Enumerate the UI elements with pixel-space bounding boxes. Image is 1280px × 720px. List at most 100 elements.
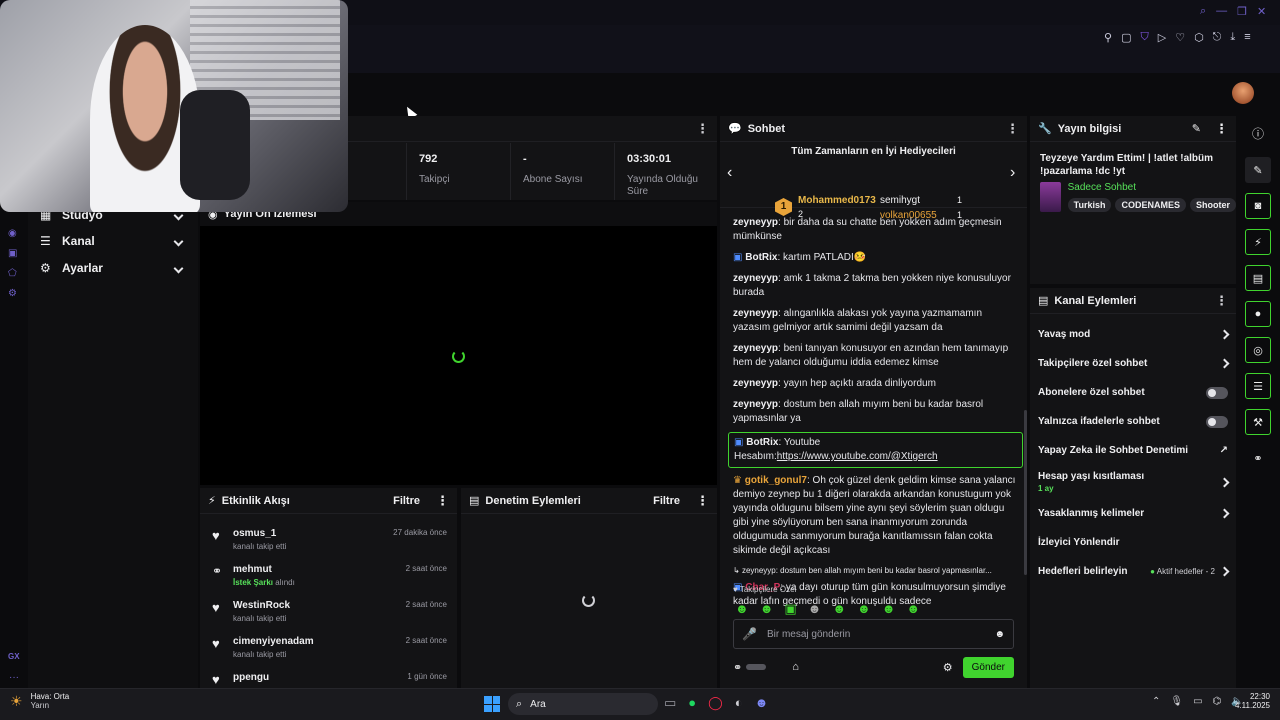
tag[interactable]: Shooter	[1189, 198, 1236, 212]
filter-button[interactable]: Filtre	[393, 495, 420, 507]
wrench-icon[interactable]: ⚒	[1245, 409, 1271, 435]
nav-item-channel[interactable]: ☰ Kanal	[40, 233, 190, 249]
emote-icon[interactable]: ☻	[808, 601, 822, 617]
category-name[interactable]: Sadece Sohbet	[1068, 182, 1236, 193]
more-options-icon[interactable]: ⋮	[1215, 121, 1228, 137]
emote-icon[interactable]: ☻	[832, 601, 846, 617]
file-explorer-icon[interactable]: ▭	[664, 695, 676, 711]
chat-message[interactable]: zeyneyyp: beni tanıyan konusuyor en azın…	[733, 339, 1018, 374]
community-icon[interactable]: ⚭	[1245, 445, 1271, 471]
microphone-icon[interactable]: 🎤	[742, 627, 757, 641]
slow-mode-row[interactable]: Yavaş mod	[1030, 320, 1236, 349]
gifter-2-name[interactable]: semihygt	[880, 195, 920, 206]
extensions-icon[interactable]: ⬡	[1194, 31, 1204, 44]
chat-message[interactable]: ▣ BotRix: kartım PATLADI🤒	[733, 248, 1018, 269]
community-icon[interactable]: ⬠	[8, 268, 17, 279]
weather-widget[interactable]: ☀ Hava: Orta Yarın	[10, 692, 69, 710]
emote-icon[interactable]: ☻	[760, 601, 774, 617]
video-icon[interactable]: ▣	[8, 248, 17, 259]
chat-user[interactable]: zeyneyyp	[733, 378, 778, 389]
windows-start-icon[interactable]	[484, 696, 500, 712]
emote-only-row[interactable]: Yalnızca ifadelerle sohbet	[1030, 407, 1236, 436]
account-age-row[interactable]: Hesap yaşı kısıtlaması 1 ay	[1030, 465, 1236, 499]
minimize-icon[interactable]: —	[1216, 5, 1227, 19]
chat-message[interactable]: zeyneyyp: bir daha da su chatte ben yokk…	[733, 213, 1018, 248]
raid-row[interactable]: İzleyici Yönlendir	[1030, 528, 1236, 557]
chat-link[interactable]: https://www.youtube.com/@Xtigerch	[777, 451, 938, 462]
emoji-icon[interactable]: ☻	[994, 629, 1005, 640]
discord-icon[interactable]: ☻	[755, 695, 769, 711]
send-button[interactable]: Gönder	[962, 656, 1014, 678]
more-options-icon[interactable]: ⋮	[696, 493, 709, 509]
left-rail-more[interactable]: ···	[9, 672, 19, 683]
banned-words-row[interactable]: Yasaklanmış kelimeler	[1030, 499, 1236, 528]
chat-user[interactable]: zeyneyyp	[733, 343, 778, 354]
emote-icon[interactable]: ▣	[784, 601, 796, 617]
chevron-right-icon[interactable]: ›	[1010, 164, 1015, 182]
followers-only-row[interactable]: Takipçilere özel sohbet	[1030, 349, 1236, 378]
list-item[interactable]: ♥ WestinRock kanalı takip etti 2 saat ön…	[212, 596, 447, 632]
chat-message[interactable]: zeyneyyp: alınganlıkla alakası yok yayın…	[733, 304, 1018, 339]
more-options-icon[interactable]: ⋮	[1006, 121, 1019, 137]
microphone-icon[interactable]: 🎙	[1170, 696, 1183, 707]
maximize-icon[interactable]: ❐	[1237, 5, 1247, 19]
play-icon[interactable]: ▷	[1158, 31, 1166, 44]
share-icon[interactable]: ⎋	[1213, 31, 1222, 44]
chat-message[interactable]: zeyneyyp: yayın hep açıktı arada dinliyo…	[733, 374, 1018, 395]
opera-gx-icon[interactable]: ◯	[708, 695, 723, 711]
chevron-up-icon[interactable]: ⌃	[1152, 696, 1160, 707]
more-options-icon[interactable]: ⋮	[1215, 293, 1228, 309]
menu-icon[interactable]: ≡	[1244, 31, 1250, 44]
store-icon[interactable]: ⌂	[792, 661, 799, 673]
subscribers-only-row[interactable]: Abonelere özel sohbet	[1030, 378, 1236, 407]
spotify-icon[interactable]: ●	[688, 695, 696, 711]
broadcast-icon[interactable]: ◎	[1245, 337, 1271, 363]
emote-icon[interactable]: ☻	[882, 601, 896, 617]
edit-icon[interactable]: ✎	[1245, 157, 1271, 183]
list-item[interactable]: ♥ ppengu 1 gün önce	[212, 668, 447, 688]
info-icon[interactable]: ⓘ	[1252, 125, 1264, 142]
display-icon[interactable]: ▭	[1193, 696, 1202, 707]
chat-icon[interactable]: ●	[1245, 301, 1271, 327]
chevron-left-icon[interactable]: ‹	[727, 164, 732, 182]
settings-icon[interactable]: ⚙	[8, 288, 17, 299]
chat-user[interactable]: BotRix	[745, 252, 777, 263]
emote-icon[interactable]: ☻	[857, 601, 871, 617]
nav-item-settings[interactable]: ⚙ Ayarlar	[40, 260, 190, 276]
chat-message[interactable]: zeyneyyp: dostum ben allah mıyım beni bu…	[733, 395, 1018, 430]
chat-input[interactable]: 🎤 Bir mesaj gönderin ☻	[733, 619, 1014, 649]
points-icon[interactable]: ⚭	[733, 661, 742, 674]
chat-user[interactable]: BotRix	[746, 437, 778, 448]
goals-row[interactable]: Hedefleri belirleyin ● Aktif hedefler - …	[1030, 557, 1236, 586]
chat-user[interactable]: zeyneyyp	[733, 273, 778, 284]
more-options-icon[interactable]: ⋮	[696, 121, 709, 137]
gifter-1-name[interactable]: Mohammed0173	[798, 195, 876, 206]
lightning-icon[interactable]: ⚡	[1245, 229, 1271, 255]
tag[interactable]: Turkish	[1067, 198, 1112, 212]
clock[interactable]: 22:30 4.11.2025	[1230, 692, 1270, 710]
chat-message[interactable]: zeyneyyp: amk 1 takma 2 takma ben yokken…	[733, 269, 1018, 304]
shield-icon[interactable]: ⛉	[1140, 31, 1148, 44]
emote-only-toggle[interactable]	[1206, 415, 1228, 428]
taskbar-search[interactable]: ⌕ Ara	[508, 693, 658, 715]
snapshot-icon[interactable]: ▢	[1121, 31, 1131, 44]
emote-icon[interactable]: ☻	[735, 601, 749, 617]
edit-icon[interactable]: ✎	[1192, 122, 1201, 135]
settings-icon[interactable]: ⚙	[943, 661, 953, 674]
heart-icon[interactable]: ♡	[1175, 31, 1185, 44]
pinned-message[interactable]: ▣ BotRix: Youtube Hesabım:https://www.yo…	[728, 432, 1023, 468]
search-icon[interactable]: ⌕	[1200, 5, 1206, 19]
chat-user[interactable]: zeyneyyp	[733, 399, 778, 410]
avatar[interactable]	[1232, 82, 1254, 104]
list-item[interactable]: ♥ cimenyiyenadam kanalı takip etti 2 saa…	[212, 632, 447, 668]
ai-moderation-row[interactable]: Yapay Zeka ile Sohbet Denetimi ↗	[1030, 436, 1236, 465]
camera-icon[interactable]: ◙	[1245, 193, 1271, 219]
filter-button[interactable]: Filtre	[653, 495, 680, 507]
pin-icon[interactable]: ⚲	[1104, 31, 1112, 44]
document-icon[interactable]: ▤	[1245, 265, 1271, 291]
list-item[interactable]: ⚭ mehmut İstek Şarkı alındı 2 saat önce	[212, 560, 447, 596]
close-icon[interactable]: ✕	[1257, 5, 1266, 19]
list-icon[interactable]: ☰	[1245, 373, 1271, 399]
download-icon[interactable]: ⤓	[1230, 31, 1235, 44]
chat-message[interactable]: ♛ gotik_gonul7: Oh çok güzel denk geldim…	[733, 471, 1018, 562]
